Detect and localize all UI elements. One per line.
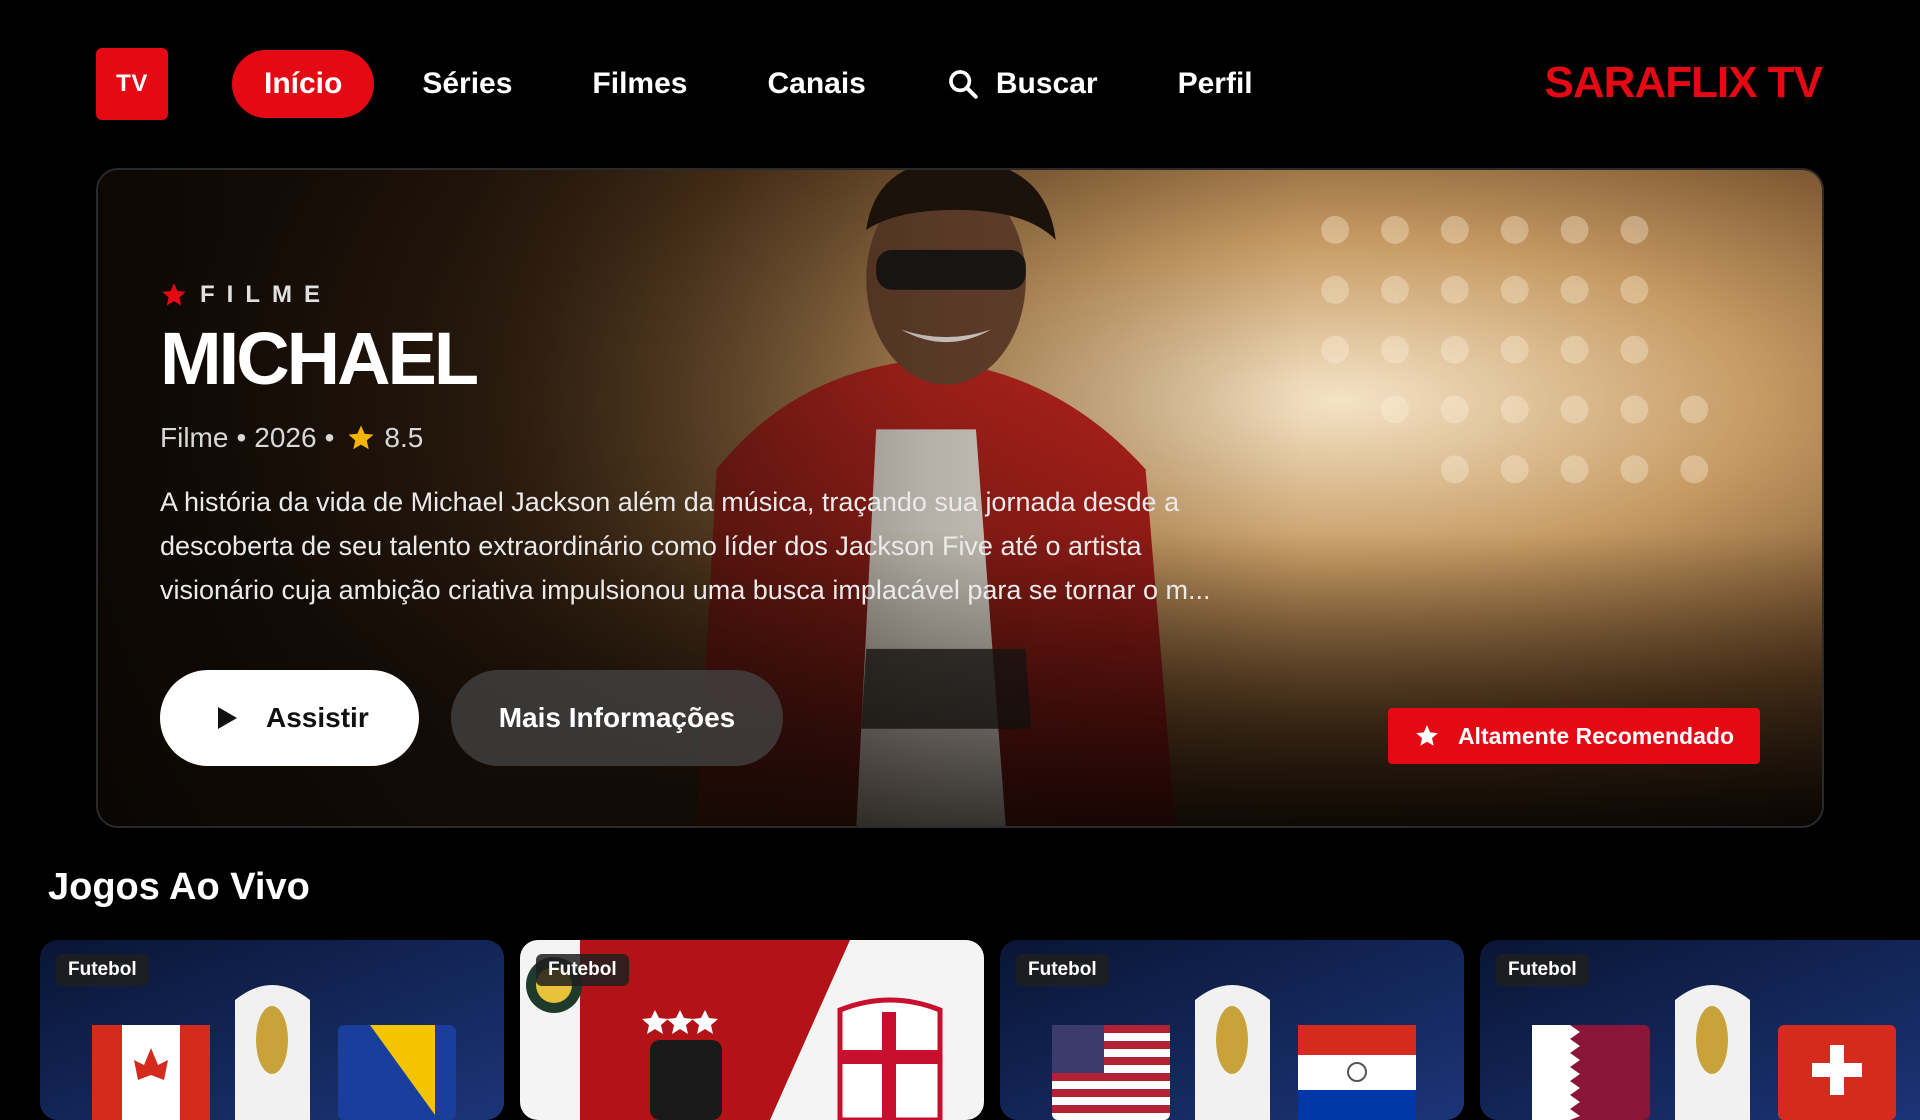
star-icon: [1416, 725, 1438, 746]
nav-item-label: Canais: [767, 67, 866, 100]
play-icon: [218, 707, 237, 729]
hero-meta-type: Filme: [160, 421, 229, 453]
search-icon: [948, 70, 978, 99]
sport-tag: Futebol: [1496, 954, 1589, 986]
nav-item-inicio[interactable]: Início: [232, 50, 375, 118]
rating-star-icon: [348, 425, 374, 449]
hero-banner[interactable]: FILME MICHAEL Filme • 2026 • 8.5 A histó…: [96, 168, 1824, 828]
meta-separator: •: [236, 421, 247, 453]
nav-item-label: Perfil: [1177, 67, 1253, 100]
hero-actions: Assistir Mais Informações: [160, 670, 784, 766]
hero-meta: Filme • 2026 • 8.5: [160, 422, 1310, 454]
section-title: Jogos Ao Vivo: [48, 866, 310, 908]
more-info-button-label: Mais Informações: [498, 702, 736, 733]
hero-kicker-label: FILME: [200, 281, 332, 308]
hero-content: FILME MICHAEL Filme • 2026 • 8.5 A histó…: [160, 280, 1310, 612]
nav-item-label: Início: [264, 67, 343, 100]
sport-tag: Futebol: [56, 954, 149, 986]
main-nav: Início Séries Filmes Canais Buscar Perfi…: [232, 50, 1301, 118]
app-logo[interactable]: TV: [96, 48, 168, 120]
watch-button-label: Assistir: [266, 702, 369, 733]
live-game-card[interactable]: Futebol: [1480, 940, 1920, 1120]
hero-description: A história da vida de Michael Jackson al…: [160, 486, 1211, 605]
more-info-button[interactable]: Mais Informações: [450, 670, 784, 766]
watch-button[interactable]: Assistir: [160, 670, 419, 766]
nav-item-perfil[interactable]: Perfil: [1146, 50, 1285, 118]
nav-item-buscar[interactable]: Buscar: [914, 50, 1130, 118]
sport-tag: Futebol: [536, 954, 629, 986]
nav-item-filmes[interactable]: Filmes: [560, 50, 719, 118]
top-navigation: TV Início Séries Filmes Canais Buscar Pe…: [0, 0, 1920, 170]
live-game-card[interactable]: Futebol: [40, 940, 504, 1120]
meta-separator: •: [324, 421, 335, 453]
live-game-card[interactable]: Futebol: [1000, 940, 1464, 1120]
nav-item-label: Séries: [422, 67, 513, 100]
brand-name: SARAFLIX TV: [1544, 58, 1823, 107]
live-games-row: Futebol Futebol Futebol Futebol: [40, 940, 1920, 1120]
nav-item-label: Filmes: [592, 67, 688, 100]
star-icon: [162, 283, 186, 306]
nav-item-label: Buscar: [995, 67, 1098, 100]
sport-tag: Futebol: [1016, 954, 1109, 986]
hero-meta-rating: 8.5: [384, 421, 424, 453]
hero-meta-year: 2026: [254, 421, 317, 453]
nav-item-series[interactable]: Séries: [390, 50, 544, 118]
hero-kicker: FILME: [160, 280, 1310, 310]
app-logo-label: TV: [116, 70, 148, 97]
recommended-badge: Altamente Recomendado: [1387, 708, 1760, 764]
recommended-badge-label: Altamente Recomendado: [1457, 722, 1734, 749]
hero-title: MICHAEL: [160, 317, 479, 400]
nav-item-canais[interactable]: Canais: [735, 50, 897, 118]
live-game-card[interactable]: Futebol: [520, 940, 984, 1120]
